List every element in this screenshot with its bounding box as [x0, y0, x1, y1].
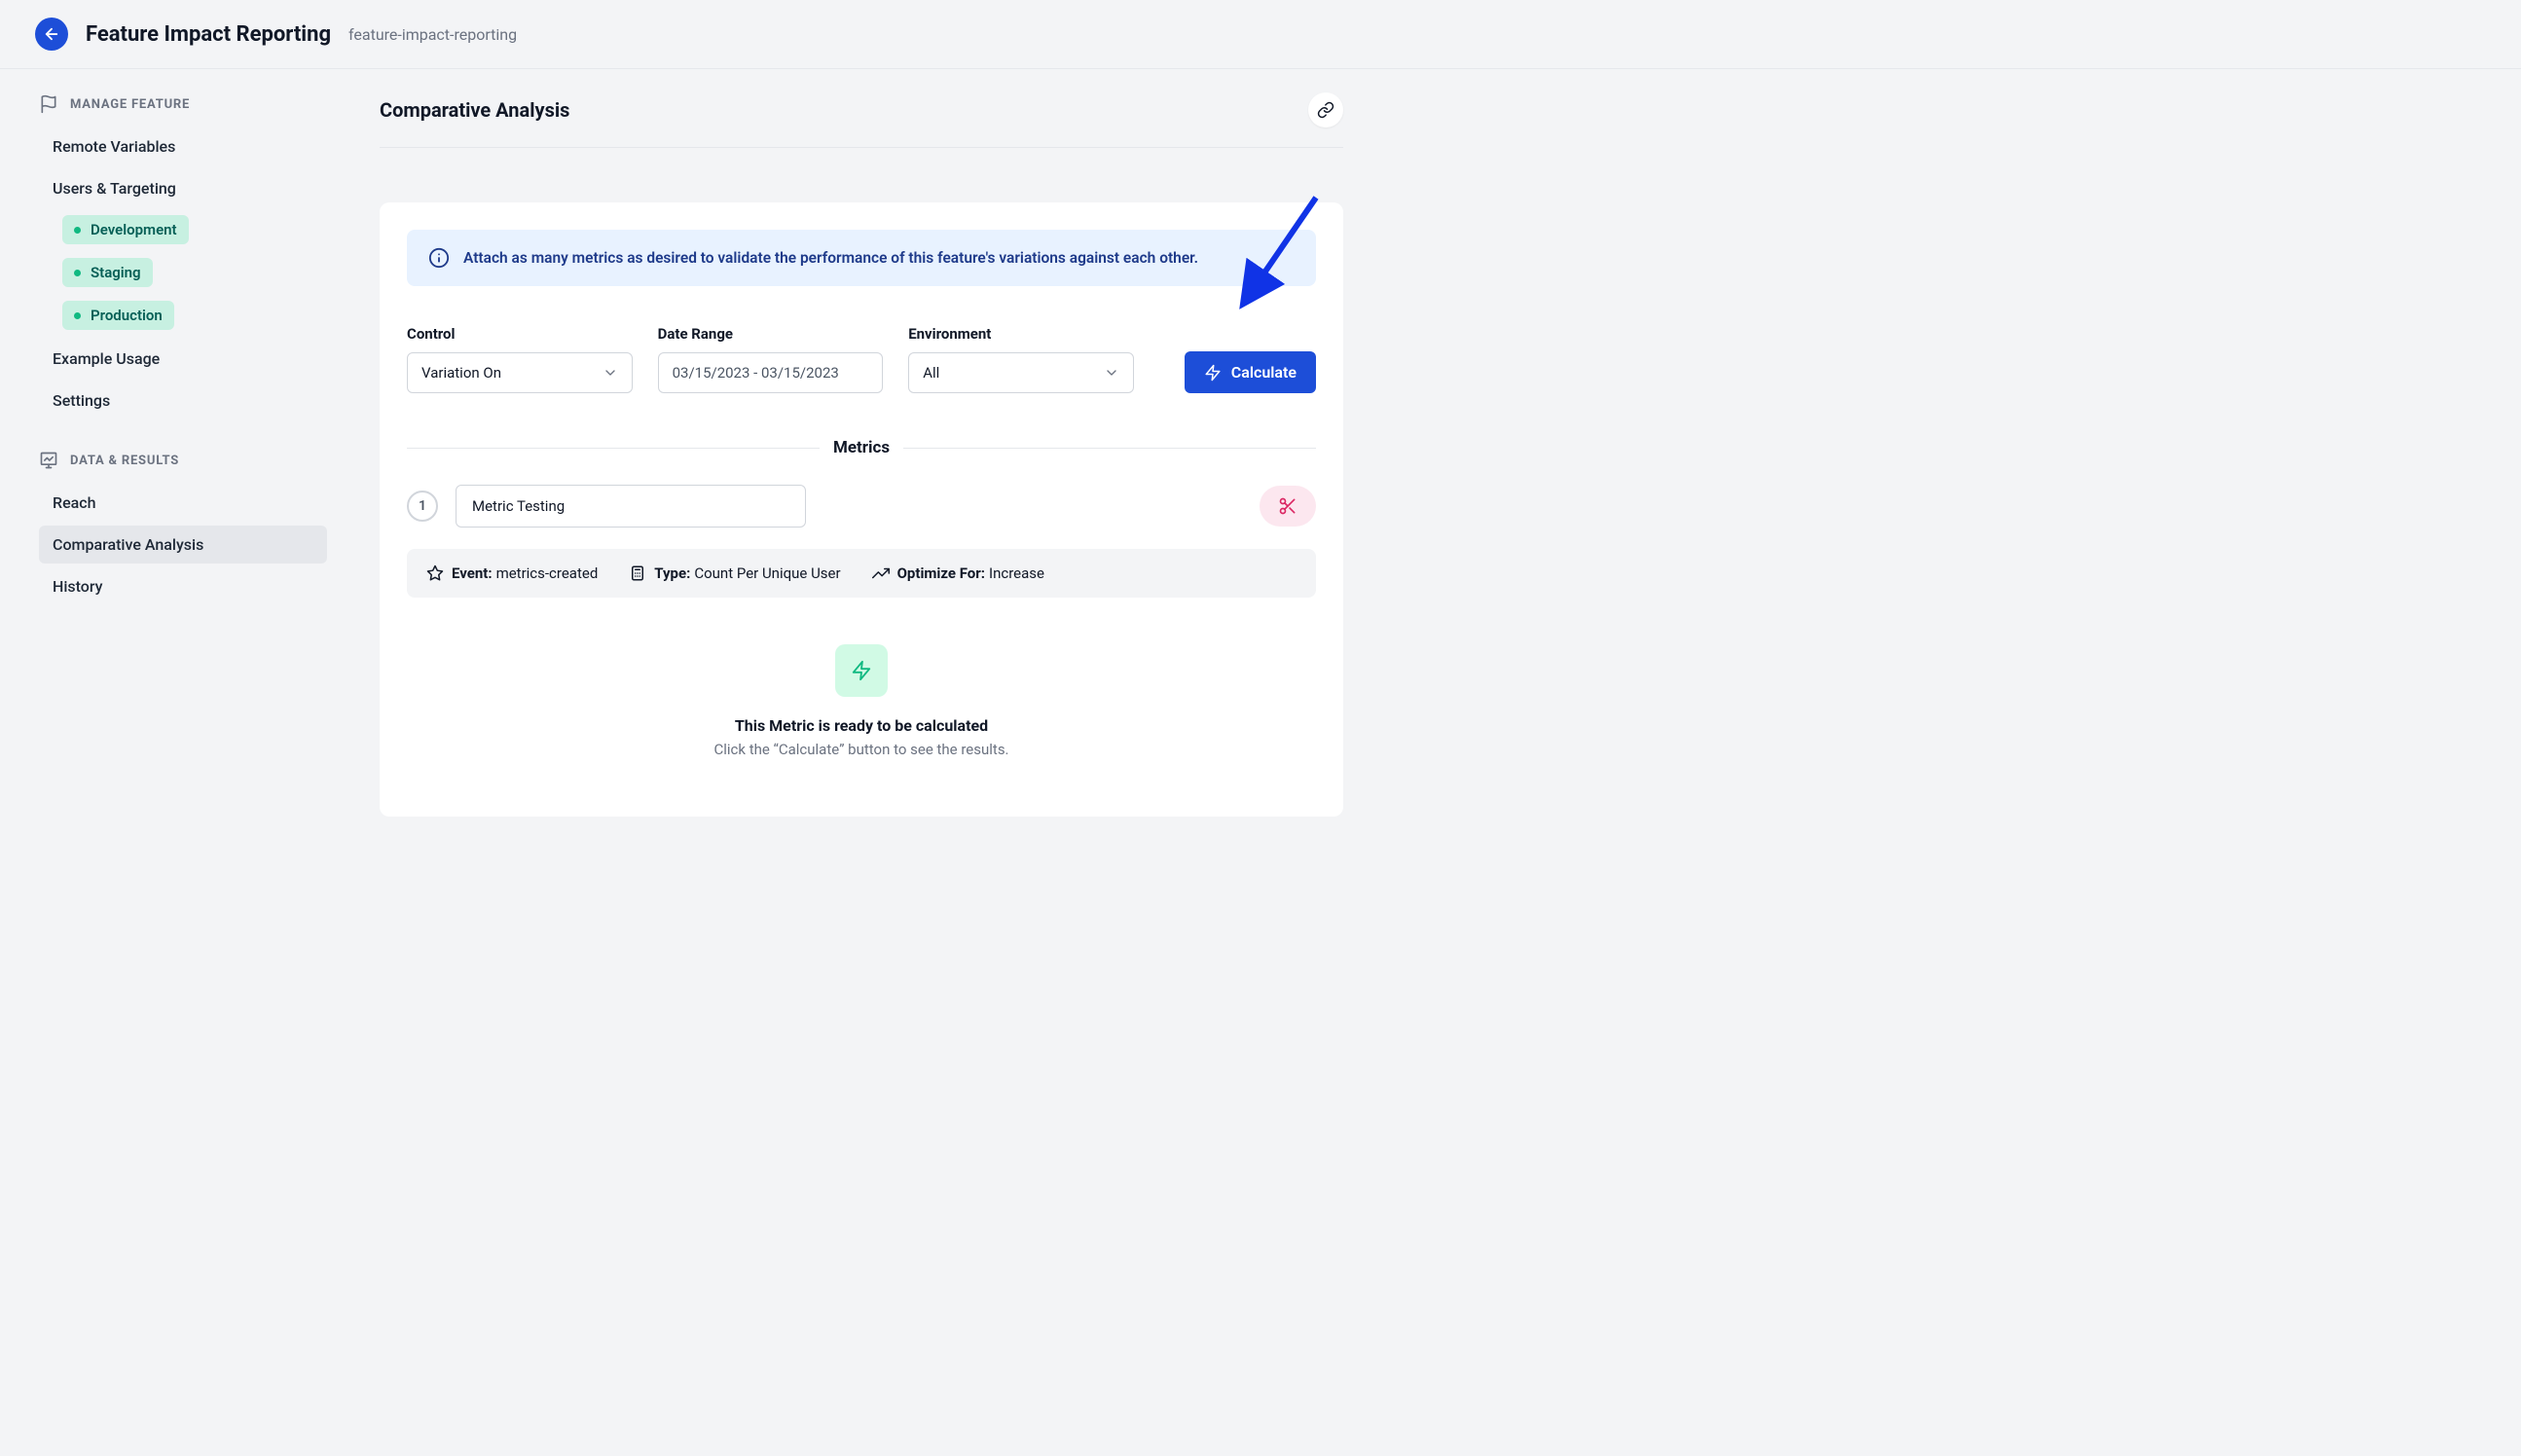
- analysis-card: Attach as many metrics as desired to val…: [380, 202, 1343, 817]
- arrow-left-icon: [43, 25, 60, 43]
- date-range-label: Date Range: [658, 325, 884, 343]
- nav-reach[interactable]: Reach: [39, 484, 327, 522]
- presentation-icon: [39, 451, 58, 470]
- env-label: Production: [91, 307, 163, 324]
- page-title: Comparative Analysis: [380, 98, 569, 122]
- feature-slug: feature-impact-reporting: [348, 25, 517, 44]
- metric-type: Type: Count Per Unique User: [629, 564, 840, 582]
- calculate-label: Calculate: [1231, 363, 1297, 382]
- feature-title: Feature Impact Reporting: [86, 22, 331, 47]
- env-staging[interactable]: Staging: [62, 258, 153, 287]
- date-range-value: 03/15/2023 - 03/15/2023: [673, 364, 839, 382]
- main-content: Comparative Analysis Attach as many metr…: [350, 69, 1382, 875]
- status-dot-icon: [74, 227, 81, 234]
- metric-number-badge: 1: [407, 491, 438, 522]
- metrics-heading: Metrics: [820, 438, 903, 457]
- metric-event: Event: metrics-created: [426, 564, 598, 582]
- trending-up-icon: [872, 564, 890, 582]
- link-icon: [1317, 101, 1334, 119]
- sidebar-section-data: Data & Results: [39, 451, 327, 470]
- environment-label: Environment: [908, 325, 1134, 343]
- type-value: Count Per Unique User: [694, 564, 840, 582]
- optimize-value: Increase: [989, 564, 1044, 582]
- star-icon: [426, 564, 444, 582]
- sidebar-section-label: Data & Results: [70, 454, 179, 468]
- nav-example-usage[interactable]: Example Usage: [39, 340, 327, 378]
- date-range-input[interactable]: 03/15/2023 - 03/15/2023: [658, 352, 884, 393]
- copy-link-button[interactable]: [1308, 92, 1343, 127]
- control-value: Variation On: [421, 364, 501, 382]
- bolt-icon: [1204, 364, 1222, 382]
- environment-value: All: [923, 364, 939, 382]
- metric-details-bar: Event: metrics-created Type: Count Per U…: [407, 549, 1316, 598]
- sidebar-section-label: Manage Feature: [70, 97, 190, 112]
- metric-name-select[interactable]: Metric Testing: [456, 485, 806, 528]
- empty-state: This Metric is ready to be calculated Cl…: [407, 644, 1316, 758]
- nav-settings[interactable]: Settings: [39, 382, 327, 419]
- delete-metric-button[interactable]: [1260, 486, 1316, 527]
- env-label: Development: [91, 221, 177, 238]
- empty-state-subtitle: Click the “Calculate” button to see the …: [713, 741, 1008, 758]
- info-icon: [428, 247, 450, 269]
- scissors-icon: [1278, 496, 1297, 516]
- control-label: Control: [407, 325, 633, 343]
- info-text: Attach as many metrics as desired to val…: [463, 249, 1198, 267]
- divider: [903, 448, 1316, 449]
- chevron-down-icon: [1104, 365, 1119, 381]
- control-select[interactable]: Variation On: [407, 352, 633, 393]
- metric-optimize: Optimize For: Increase: [872, 564, 1044, 582]
- back-button[interactable]: [35, 18, 68, 51]
- sidebar: Manage Feature Remote Variables Users & …: [0, 69, 350, 875]
- nav-comparative-analysis[interactable]: Comparative Analysis: [39, 526, 327, 564]
- chevron-down-icon: [603, 365, 618, 381]
- environment-select[interactable]: All: [908, 352, 1134, 393]
- nav-remote-variables[interactable]: Remote Variables: [39, 127, 327, 165]
- env-production[interactable]: Production: [62, 301, 174, 330]
- nav-history[interactable]: History: [39, 567, 327, 605]
- nav-users-targeting[interactable]: Users & Targeting: [39, 169, 327, 207]
- env-label: Staging: [91, 264, 141, 281]
- empty-state-title: This Metric is ready to be calculated: [735, 716, 988, 735]
- bolt-icon: [851, 660, 872, 681]
- optimize-label: Optimize For:: [897, 564, 985, 582]
- page-header: Feature Impact Reporting feature-impact-…: [0, 0, 2521, 69]
- flag-icon: [39, 94, 58, 114]
- calculate-button[interactable]: Calculate: [1185, 351, 1316, 393]
- divider: [407, 448, 820, 449]
- metric-row: 1 Metric Testing: [407, 485, 1316, 528]
- event-label: Event:: [452, 564, 493, 582]
- event-value: metrics-created: [496, 564, 599, 582]
- status-dot-icon: [74, 312, 81, 319]
- calculator-icon: [629, 564, 646, 582]
- sidebar-section-manage: Manage Feature: [39, 94, 327, 114]
- env-development[interactable]: Development: [62, 215, 189, 244]
- empty-state-icon-box: [835, 644, 888, 697]
- type-label: Type:: [654, 564, 690, 582]
- status-dot-icon: [74, 270, 81, 276]
- metric-name-value: Metric Testing: [472, 497, 565, 515]
- info-banner: Attach as many metrics as desired to val…: [407, 230, 1316, 286]
